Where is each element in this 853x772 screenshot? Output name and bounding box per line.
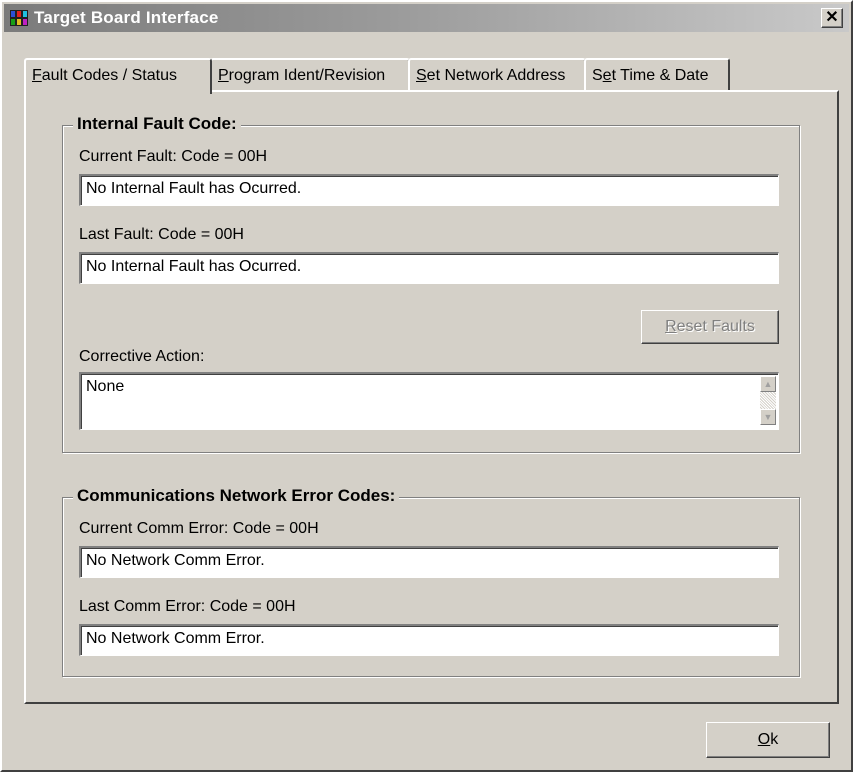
reset-faults-button[interactable]: Reset Faults (641, 310, 779, 344)
ok-label: k (770, 731, 779, 748)
current-fault-label: Current Fault: Code = 00H (79, 148, 268, 165)
tab-mnemonic: S (416, 67, 427, 84)
tab-label: t Time & Date (611, 67, 709, 84)
tab-fault-codes-status[interactable]: Fault Codes / Status (24, 58, 212, 94)
tab-mnemonic: P (218, 67, 229, 84)
window-title: Target Board Interface (34, 8, 219, 27)
tab-mnemonic: e (602, 67, 612, 84)
scroll-down-button[interactable]: ▼ (760, 409, 776, 425)
tab-set-network-address[interactable]: Set Network Address (408, 58, 586, 92)
tab-mnemonic: F (32, 67, 42, 84)
tab-set-time-date[interactable]: Set Time & Date (584, 58, 730, 92)
title-bar[interactable]: Target Board Interface ✕ (4, 4, 849, 32)
reset-faults-label: eset Faults (676, 318, 755, 335)
tab-label: ault Codes / Status (41, 67, 177, 84)
scroll-up-button[interactable]: ▲ (760, 376, 776, 392)
last-fault-field[interactable]: No Internal Fault has Ocurred. (79, 252, 779, 284)
current-fault-field[interactable]: No Internal Fault has Ocurred. (79, 174, 779, 206)
last-comm-error-field[interactable]: No Network Comm Error. (79, 624, 779, 656)
reset-faults-mnemonic: R (665, 318, 677, 335)
internal-fault-group: Internal Fault Code: Current Fault: Code… (62, 114, 800, 453)
corrective-action-label: Corrective Action: (79, 348, 205, 365)
tab-label: et Network Address (426, 67, 566, 84)
comm-errors-group: Communications Network Error Codes: Curr… (62, 486, 800, 677)
corrective-action-textarea[interactable]: None ▲ ▼ (79, 372, 779, 430)
ok-mnemonic: O (757, 731, 771, 748)
current-comm-error-field[interactable]: No Network Comm Error. (79, 546, 779, 578)
app-icon (10, 10, 28, 26)
last-fault-label: Last Fault: Code = 00H (79, 226, 244, 243)
internal-fault-title: Internal Fault Code: (73, 114, 241, 134)
ok-button[interactable]: Ok (706, 722, 830, 758)
fault-codes-panel: Internal Fault Code: Current Fault: Code… (24, 90, 839, 704)
corrective-action-text: None (86, 378, 125, 395)
tab-program-ident-revision[interactable]: Program Ident/Revision (210, 58, 410, 92)
tab-label-prefix: S (592, 67, 603, 84)
dialog-window: Target Board Interface ✕ Fault Codes / S… (0, 0, 853, 772)
arrow-down-icon: ▼ (763, 412, 773, 422)
scroll-track[interactable] (760, 392, 776, 409)
close-button[interactable]: ✕ (821, 8, 843, 28)
close-icon: ✕ (825, 9, 839, 26)
current-comm-error-label: Current Comm Error: Code = 00H (79, 520, 319, 537)
last-comm-error-label: Last Comm Error: Code = 00H (79, 598, 296, 615)
tab-label: rogram Ident/Revision (228, 67, 386, 84)
arrow-up-icon: ▲ (763, 379, 773, 389)
comm-errors-title: Communications Network Error Codes: (73, 486, 400, 506)
